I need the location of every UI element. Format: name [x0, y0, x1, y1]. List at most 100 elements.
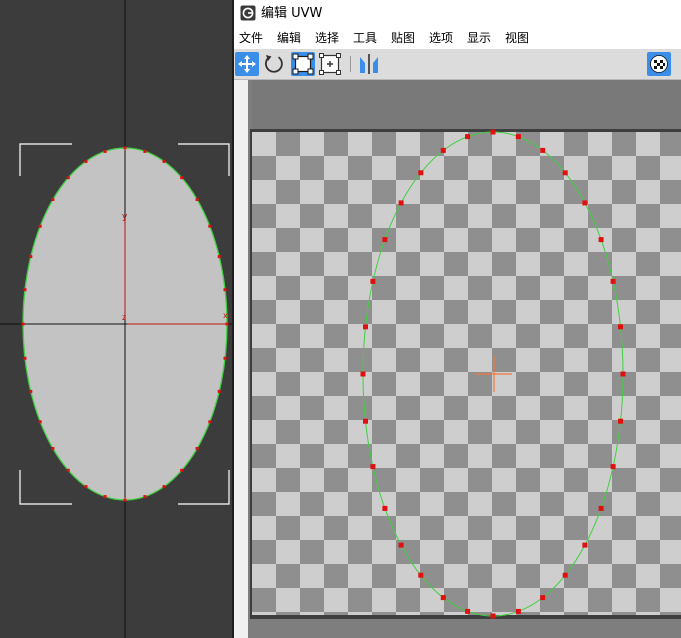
rotate-icon: [265, 55, 283, 73]
vertex[interactable]: [143, 149, 147, 153]
menu-edit[interactable]: 编辑: [277, 30, 301, 46]
vertex[interactable]: [598, 237, 604, 243]
vertex[interactable]: [440, 595, 446, 601]
menu-tools[interactable]: 工具: [353, 30, 377, 46]
vertex[interactable]: [382, 505, 388, 511]
vertex[interactable]: [490, 613, 496, 619]
scale-icon: [291, 52, 315, 76]
vertex[interactable]: [208, 224, 212, 228]
move-icon: [235, 52, 259, 76]
vertex[interactable]: [180, 176, 184, 180]
vertex[interactable]: [465, 608, 471, 614]
vertex[interactable]: [66, 176, 70, 180]
uv-editor-canvas[interactable]: [248, 80, 681, 638]
vertex[interactable]: [84, 159, 88, 163]
freeform-icon: [319, 53, 341, 75]
viewport-canvas[interactable]: y z x: [0, 0, 232, 638]
vertex[interactable]: [38, 224, 42, 228]
edit-uvw-window: 编辑 UVW 文件 编辑 选择 工具 贴图 选项 显示 视图: [234, 0, 681, 638]
vertex[interactable]: [180, 468, 184, 472]
move-tool-button[interactable]: [235, 52, 259, 76]
vertex[interactable]: [29, 255, 33, 259]
vertex[interactable]: [143, 495, 147, 499]
vertex[interactable]: [66, 468, 70, 472]
mirror-icon: [360, 54, 378, 74]
checker-map-icon: [647, 52, 671, 76]
uv-top-band: [252, 80, 681, 129]
axis-label-y: y: [122, 212, 128, 222]
menu-map[interactable]: 贴图: [391, 30, 415, 46]
checker-map-button[interactable]: [647, 52, 671, 76]
viewport-3d[interactable]: y z x: [0, 0, 232, 638]
title-bar[interactable]: 编辑 UVW: [234, 0, 681, 27]
vertex[interactable]: [540, 595, 546, 601]
menu-display[interactable]: 显示: [467, 30, 491, 46]
vertex[interactable]: [490, 129, 496, 135]
vertex[interactable]: [195, 447, 199, 450]
app-icon: [240, 5, 256, 21]
mirror-tool-button[interactable]: [357, 52, 381, 76]
menu-select[interactable]: 选择: [315, 30, 339, 46]
vertex[interactable]: [363, 324, 368, 330]
menu-view[interactable]: 视图: [505, 30, 529, 46]
vertex[interactable]: [208, 420, 212, 424]
vertex[interactable]: [363, 418, 368, 424]
vertex[interactable]: [515, 608, 521, 614]
uv-left-strip: [234, 80, 248, 638]
vertex[interactable]: [123, 498, 127, 502]
vertex[interactable]: [38, 420, 42, 424]
menu-file[interactable]: 文件: [239, 30, 263, 46]
vertex[interactable]: [29, 389, 33, 393]
vertex[interactable]: [123, 146, 127, 150]
vertex[interactable]: [582, 542, 588, 548]
vertex[interactable]: [465, 134, 471, 140]
vertex[interactable]: [382, 237, 388, 243]
window-title: 编辑 UVW: [261, 6, 323, 21]
vertex[interactable]: [195, 198, 199, 201]
scale-tool-button[interactable]: [291, 52, 315, 76]
vertex[interactable]: [610, 464, 616, 470]
vertex[interactable]: [162, 159, 166, 163]
menu-bar: 文件 编辑 选择 工具 贴图 选项 显示 视图: [234, 27, 681, 49]
vertex[interactable]: [540, 147, 546, 153]
vertex[interactable]: [562, 572, 568, 578]
menu-options[interactable]: 选项: [429, 30, 453, 46]
vertex[interactable]: [370, 464, 376, 470]
vertex[interactable]: [217, 389, 221, 393]
uv-toolbar: [234, 49, 681, 80]
vertex[interactable]: [23, 288, 27, 292]
vertex[interactable]: [598, 505, 604, 511]
vertex[interactable]: [162, 485, 166, 489]
vertex[interactable]: [360, 371, 366, 377]
vertex[interactable]: [223, 288, 227, 292]
vertex[interactable]: [618, 418, 623, 424]
vertex[interactable]: [84, 485, 88, 489]
axis-label-x: x: [223, 311, 228, 320]
vertex[interactable]: [21, 322, 25, 326]
freeform-tool-button[interactable]: [318, 52, 342, 76]
vertex[interactable]: [370, 278, 376, 284]
rotate-tool-button[interactable]: [262, 52, 286, 76]
vertex[interactable]: [51, 447, 55, 450]
vertex[interactable]: [398, 200, 404, 206]
vertex[interactable]: [618, 324, 623, 330]
vertex[interactable]: [398, 542, 404, 548]
vertex[interactable]: [582, 200, 588, 206]
vertex[interactable]: [562, 170, 568, 176]
toolbar-separator: [350, 56, 351, 72]
vertex[interactable]: [620, 371, 626, 377]
vertex[interactable]: [440, 147, 446, 153]
vertex[interactable]: [515, 134, 521, 140]
vertex[interactable]: [23, 356, 27, 360]
vertex[interactable]: [51, 198, 55, 201]
vertex[interactable]: [418, 170, 424, 176]
vertex[interactable]: [223, 356, 227, 360]
vertex[interactable]: [610, 278, 616, 284]
vertex[interactable]: [217, 255, 221, 259]
vertex[interactable]: [225, 322, 229, 326]
vertex[interactable]: [418, 572, 424, 578]
checker-texture: [252, 132, 681, 615]
vertex[interactable]: [103, 495, 107, 499]
vertex[interactable]: [103, 149, 107, 153]
axis-label-z: z: [122, 313, 126, 322]
